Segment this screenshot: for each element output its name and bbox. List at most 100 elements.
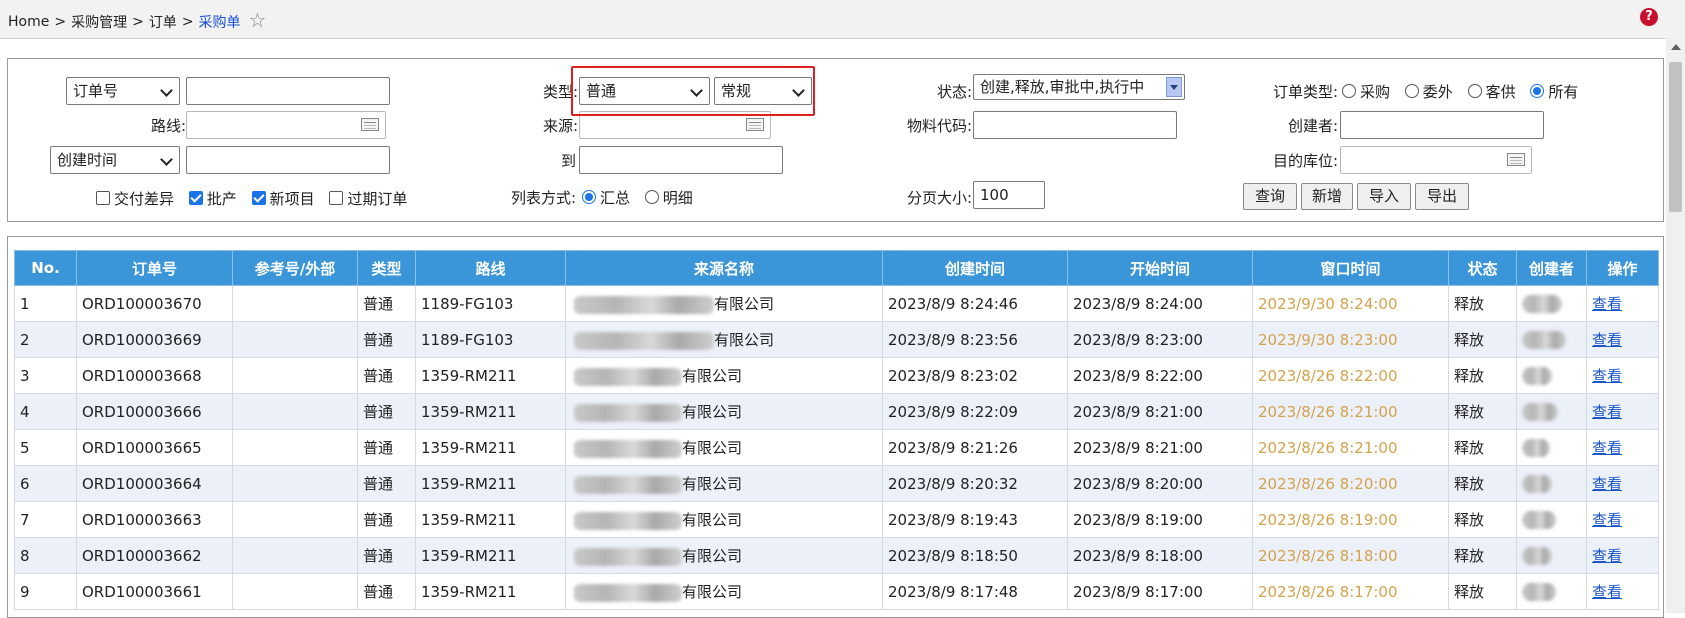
column-header-source-name[interactable]: 来源名称 xyxy=(565,250,883,286)
table-row[interactable]: 4 ORD100003666 普通 1359-RM211 有限公司 2023/8/9 8:… xyxy=(14,393,1659,430)
redacted-creator xyxy=(1522,402,1558,421)
radio-button[interactable] xyxy=(1530,84,1545,98)
page-size-input[interactable]: 100 xyxy=(973,181,1045,209)
cell-no: 2 xyxy=(14,321,77,358)
order-field-select[interactable]: 订单号 xyxy=(66,77,180,105)
cell-source-name: 有限公司 xyxy=(565,321,883,358)
column-header-window-time[interactable]: 窗口时间 xyxy=(1252,250,1449,286)
lookup-icon[interactable] xyxy=(361,118,379,131)
creator-input[interactable] xyxy=(1340,111,1544,139)
breadcrumb-home[interactable]: Home xyxy=(8,14,49,30)
column-header-start-time[interactable]: 开始时间 xyxy=(1067,250,1253,286)
checkbox-expired-orders[interactable]: 过期订单 xyxy=(329,190,407,208)
table-row[interactable]: 5 ORD100003665 普通 1359-RM211 有限公司 2023/8/9 8:… xyxy=(14,429,1659,466)
radio-customer-supplied[interactable]: 客供 xyxy=(1467,83,1516,101)
route-input[interactable] xyxy=(186,111,386,139)
breadcrumb-order[interactable]: 订单 xyxy=(149,15,177,31)
column-header-route[interactable]: 路线 xyxy=(415,250,566,286)
cell-status: 释放 xyxy=(1448,501,1517,538)
cell-order-number: ORD100003666 xyxy=(76,393,233,430)
order-number-input[interactable] xyxy=(186,77,390,105)
cell-source-name: 有限公司 xyxy=(565,465,883,502)
dropdown-arrow-icon[interactable] xyxy=(1166,77,1182,97)
checkbox-box[interactable] xyxy=(96,191,110,205)
table-row[interactable]: 3 ORD100003668 普通 1359-RM211 有限公司 2023/8/9 8:… xyxy=(14,357,1659,394)
scroll-up-arrow-icon[interactable] xyxy=(1671,44,1681,50)
checkbox-box[interactable] xyxy=(329,191,344,205)
type-label: 类型: xyxy=(542,83,578,101)
column-header-reference[interactable]: 参考号/外部 xyxy=(232,250,358,286)
query-button[interactable]: 查询 xyxy=(1243,183,1297,210)
view-link[interactable]: 查看 xyxy=(1592,511,1622,529)
add-button[interactable]: 新增 xyxy=(1301,183,1353,210)
breadcrumb-separator: > xyxy=(132,14,144,30)
breadcrumb-purchase-management[interactable]: 采购管理 xyxy=(71,15,127,31)
view-link[interactable]: 查看 xyxy=(1592,439,1622,457)
lookup-icon[interactable] xyxy=(746,118,764,131)
checkbox-batch-production[interactable]: 批产 xyxy=(188,190,237,208)
cell-window-time: 2023/8/26 8:18:00 xyxy=(1252,537,1449,574)
column-header-type[interactable]: 类型 xyxy=(357,250,416,286)
view-link[interactable]: 查看 xyxy=(1592,331,1622,349)
cell-type: 普通 xyxy=(357,537,416,574)
redacted-creator xyxy=(1522,366,1552,385)
cell-route: 1189-FG103 xyxy=(415,285,566,322)
cell-action: 查看 xyxy=(1586,465,1659,502)
view-link[interactable]: 查看 xyxy=(1592,547,1622,565)
column-header-created-time[interactable]: 创建时间 xyxy=(882,250,1068,286)
table-row[interactable]: 6 ORD100003664 普通 1359-RM211 有限公司 2023/8/9 8:… xyxy=(14,465,1659,502)
cell-no: 1 xyxy=(14,285,77,322)
table-row[interactable]: 2 ORD100003669 普通 1189-FG103 有限公司 2023/8/9 8:… xyxy=(14,321,1659,358)
material-code-input[interactable] xyxy=(973,111,1177,139)
view-link[interactable]: 查看 xyxy=(1592,403,1622,421)
source-to-input[interactable] xyxy=(579,146,783,174)
radio-all[interactable]: 所有 xyxy=(1530,83,1578,101)
view-link[interactable]: 查看 xyxy=(1592,475,1622,493)
table-row[interactable]: 1 ORD100003670 普通 1189-FG103 有限公司 2023/8/9 8:… xyxy=(14,285,1659,322)
column-header-no[interactable]: No. xyxy=(14,250,77,286)
checkbox-delivery-diff[interactable]: 交付差异 xyxy=(96,190,174,208)
cell-action: 查看 xyxy=(1586,357,1659,394)
table-row[interactable]: 7 ORD100003663 普通 1359-RM211 有限公司 2023/8/9 8:… xyxy=(14,501,1659,538)
checkbox-label: 交付差异 xyxy=(114,190,175,208)
radio-button[interactable] xyxy=(582,190,596,204)
cell-source-name: 有限公司 xyxy=(565,285,883,322)
view-link[interactable]: 查看 xyxy=(1592,583,1622,601)
column-header-order[interactable]: 订单号 xyxy=(76,250,233,286)
column-header-action[interactable]: 操作 xyxy=(1586,250,1659,286)
destination-location-input[interactable] xyxy=(1340,146,1532,174)
status-multiselect[interactable]: 创建,释放,审批中,执行中 xyxy=(973,74,1185,100)
radio-detail[interactable]: 明细 xyxy=(644,189,693,207)
cell-window-time: 2023/8/26 8:20:00 xyxy=(1252,465,1449,502)
date-input[interactable] xyxy=(186,146,390,174)
checkbox-new-project[interactable]: 新项目 xyxy=(251,190,315,208)
checkbox-box[interactable] xyxy=(251,191,266,205)
radio-button[interactable] xyxy=(1342,84,1356,98)
column-header-status[interactable]: 状态 xyxy=(1448,250,1517,286)
view-link[interactable]: 查看 xyxy=(1592,295,1622,313)
vertical-scrollbar[interactable] xyxy=(1666,38,1685,613)
help-icon[interactable]: ? xyxy=(1640,8,1658,26)
table-row[interactable]: 8 ORD100003662 普通 1359-RM211 有限公司 2023/8/9 8:… xyxy=(14,537,1659,574)
scroll-thumb[interactable] xyxy=(1669,62,1682,212)
radio-button[interactable] xyxy=(1467,84,1482,98)
lookup-icon[interactable] xyxy=(1507,153,1525,166)
cell-creator xyxy=(1516,357,1587,394)
radio-button[interactable] xyxy=(644,190,659,204)
column-header-creator[interactable]: 创建者 xyxy=(1516,250,1587,286)
date-field-select[interactable]: 创建时间 xyxy=(50,146,180,174)
radio-purchase[interactable]: 采购 xyxy=(1342,83,1390,101)
radio-outsource[interactable]: 委外 xyxy=(1404,83,1453,101)
cell-window-time: 2023/8/26 8:19:00 xyxy=(1252,501,1449,538)
cell-reference xyxy=(232,393,358,430)
table-row[interactable]: 9 ORD100003661 普通 1359-RM211 有限公司 2023/8/9 8:… xyxy=(14,573,1659,610)
star-outline-icon[interactable]: ☆ xyxy=(249,8,267,32)
view-link[interactable]: 查看 xyxy=(1592,367,1622,385)
radio-summary[interactable]: 汇总 xyxy=(582,189,630,207)
import-button[interactable]: 导入 xyxy=(1357,183,1411,210)
radio-button[interactable] xyxy=(1404,84,1419,98)
checkbox-box[interactable] xyxy=(188,191,203,205)
export-button[interactable]: 导出 xyxy=(1415,183,1469,210)
source-name-suffix: 有限公司 xyxy=(682,547,743,565)
cell-created-time: 2023/8/9 8:23:02 xyxy=(882,357,1068,394)
